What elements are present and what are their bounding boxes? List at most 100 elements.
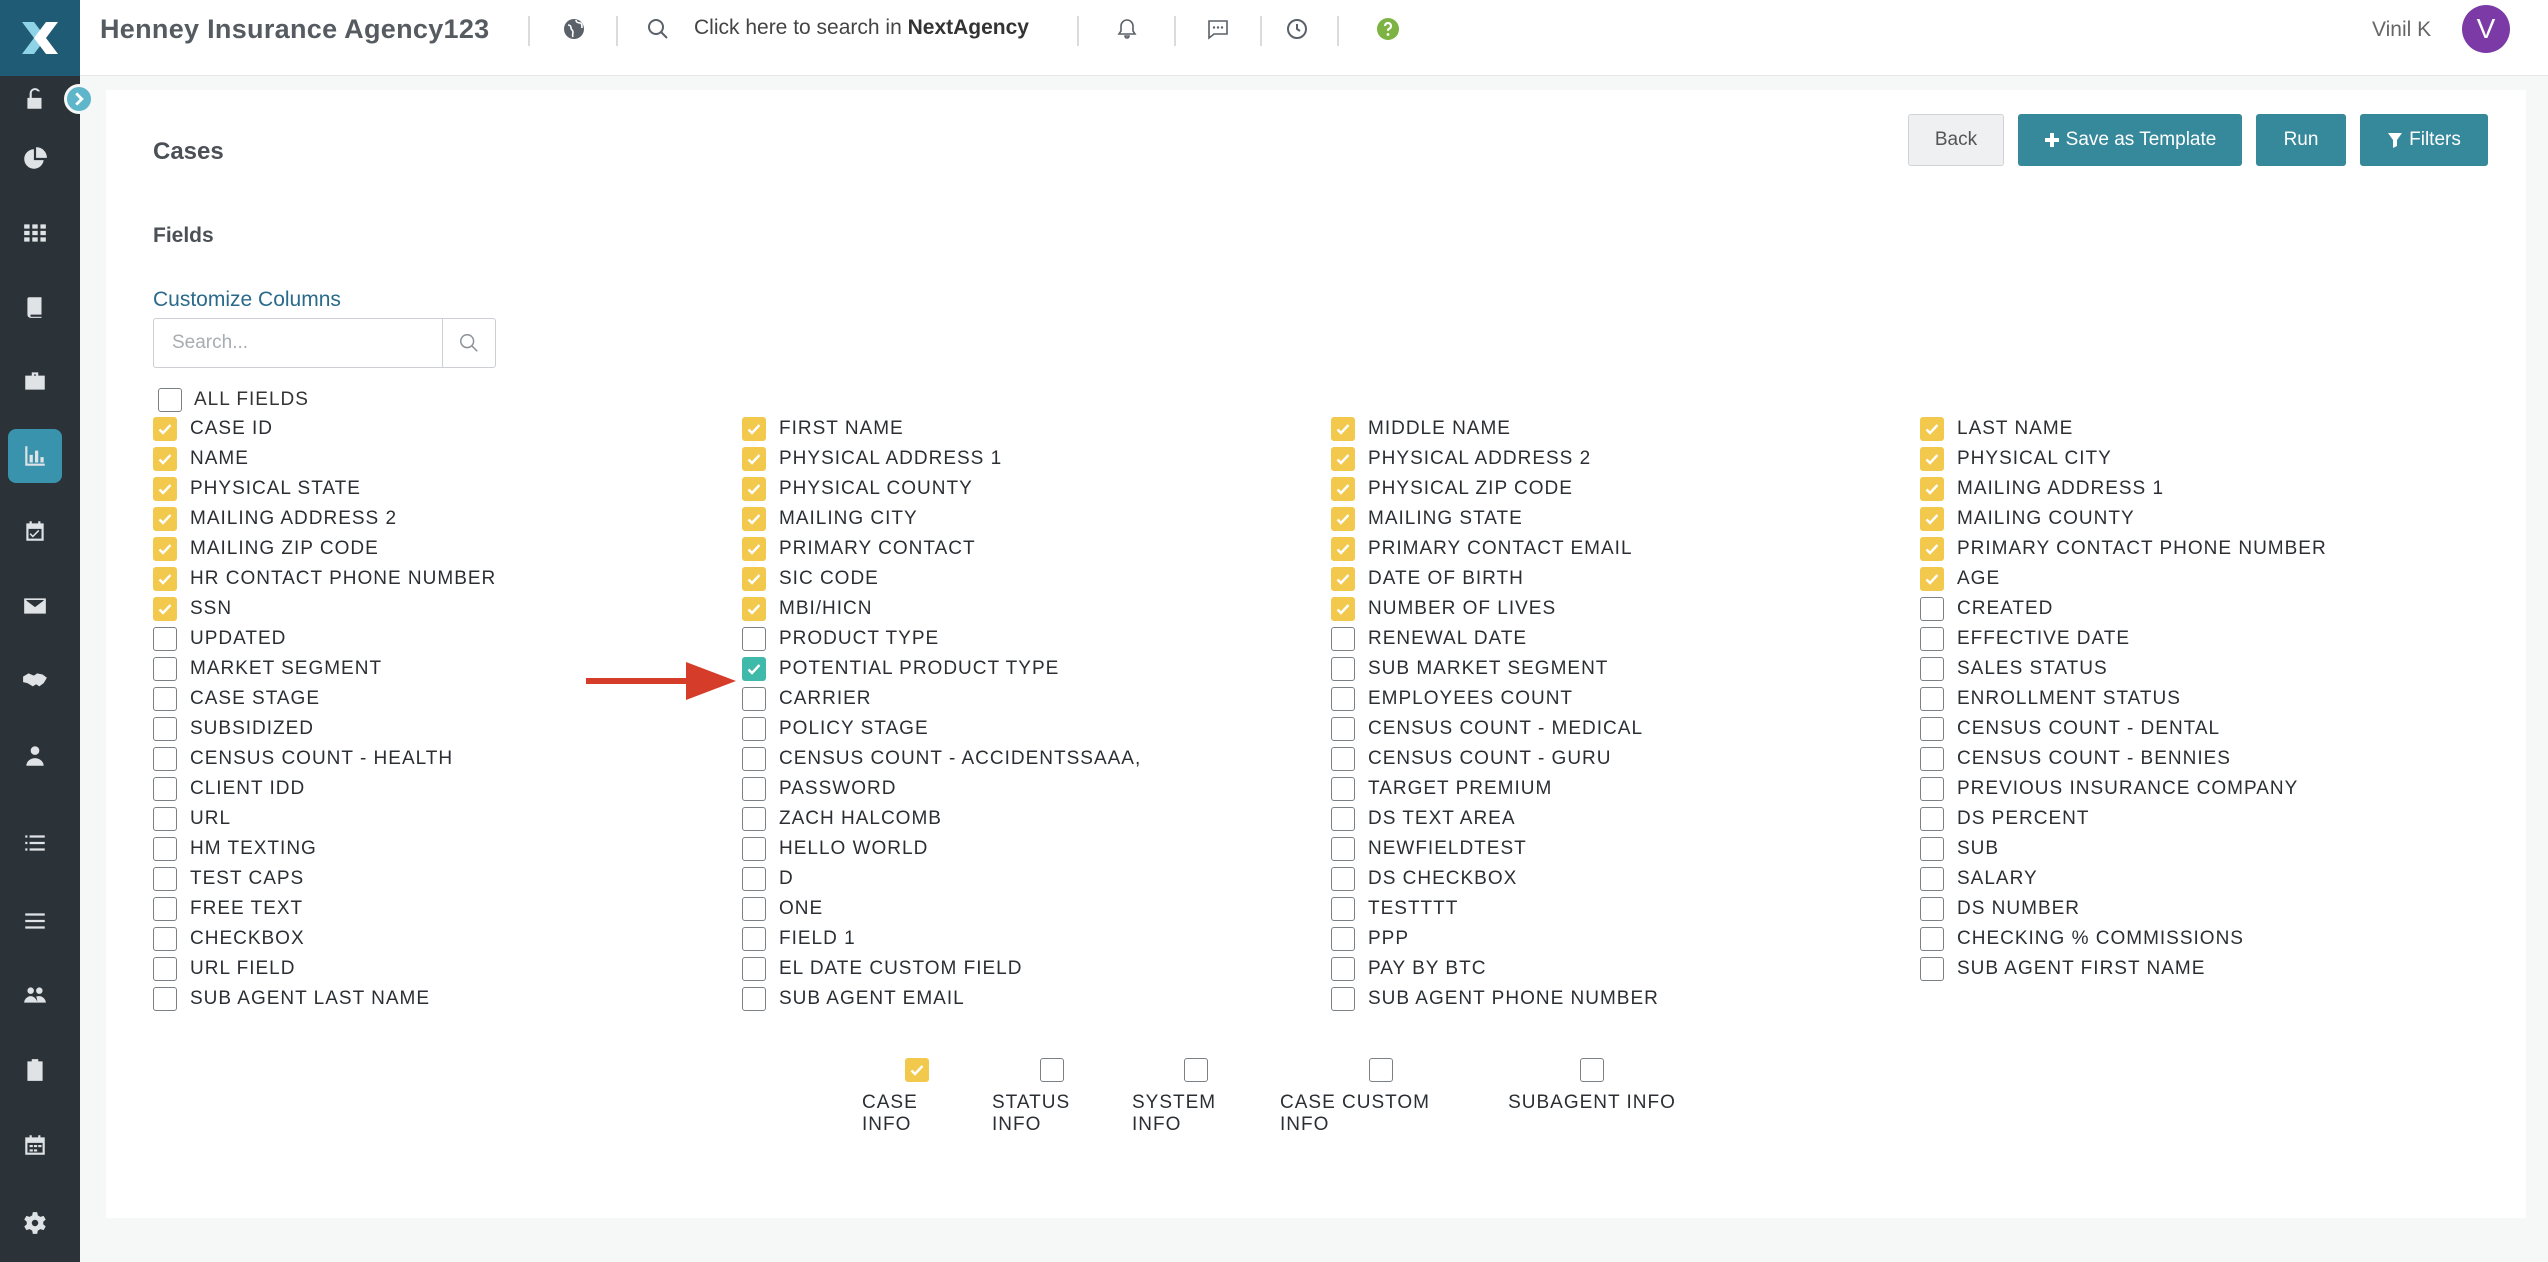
field-checkbox[interactable] [742, 447, 766, 471]
field-option-sub-agent-first-name[interactable]: SUB AGENT FIRST NAME [1920, 954, 2509, 984]
group-checkbox[interactable] [1184, 1058, 1208, 1082]
field-checkbox[interactable] [1331, 957, 1355, 981]
sidebar-item-menu[interactable] [8, 894, 62, 948]
field-checkbox[interactable] [1331, 507, 1355, 531]
field-option-target-premium[interactable]: TARGET PREMIUM [1331, 774, 1920, 804]
field-option-primary-contact-email[interactable]: PRIMARY CONTACT EMAIL [1331, 534, 1920, 564]
field-checkbox[interactable] [1331, 747, 1355, 771]
field-checkbox[interactable] [1331, 837, 1355, 861]
field-checkbox[interactable] [153, 747, 177, 771]
group-option-case-info[interactable]: CASE INFO [852, 1058, 982, 1136]
field-checkbox[interactable] [1331, 657, 1355, 681]
field-option-mailing-county[interactable]: MAILING COUNTY [1920, 504, 2509, 534]
field-option-mailing-address-2[interactable]: MAILING ADDRESS 2 [153, 504, 742, 534]
field-checkbox[interactable] [1920, 807, 1944, 831]
sidebar-item-clipboard[interactable] [8, 1043, 62, 1097]
field-option-sub-market-segment[interactable]: SUB MARKET SEGMENT [1331, 654, 1920, 684]
field-option-ds-number[interactable]: DS NUMBER [1920, 894, 2509, 924]
field-checkbox[interactable] [1920, 927, 1944, 951]
save-as-template-button[interactable]: Save as Template [2018, 114, 2242, 166]
field-option-carrier[interactable]: CARRIER [742, 684, 1331, 714]
field-checkbox[interactable] [1920, 837, 1944, 861]
field-checkbox[interactable] [742, 927, 766, 951]
field-checkbox[interactable] [1920, 777, 1944, 801]
field-option-sub-agent-phone-number[interactable]: SUB AGENT PHONE NUMBER [1331, 984, 1920, 1014]
field-option-ds-checkbox[interactable]: DS CHECKBOX [1331, 864, 1920, 894]
field-option-checking-commissions[interactable]: CHECKING % COMMISSIONS [1920, 924, 2509, 954]
field-checkbox[interactable] [742, 747, 766, 771]
field-option-pay-by-btc[interactable]: PAY BY BTC [1331, 954, 1920, 984]
field-option-age[interactable]: AGE [1920, 564, 2509, 594]
field-option-primary-contact-phone-number[interactable]: PRIMARY CONTACT PHONE NUMBER [1920, 534, 2509, 564]
field-checkbox[interactable] [742, 687, 766, 711]
search-icon-button[interactable] [643, 14, 673, 44]
field-checkbox[interactable] [153, 927, 177, 951]
field-option-hr-contact-phone-number[interactable]: HR CONTACT PHONE NUMBER [153, 564, 742, 594]
field-checkbox[interactable] [742, 417, 766, 441]
field-checkbox[interactable] [153, 807, 177, 831]
field-option-ppp[interactable]: PPP [1331, 924, 1920, 954]
sidebar-item-settings[interactable] [8, 1196, 62, 1250]
field-checkbox[interactable] [153, 477, 177, 501]
filters-button[interactable]: Filters [2360, 114, 2488, 166]
field-search-input[interactable] [153, 318, 443, 368]
field-option-newfieldtest[interactable]: NEWFIELDTEST [1331, 834, 1920, 864]
field-option-policy-stage[interactable]: POLICY STAGE [742, 714, 1331, 744]
sidebar-item-tasks[interactable] [8, 504, 62, 558]
field-option-enrollment-status[interactable]: ENROLLMENT STATUS [1920, 684, 2509, 714]
field-checkbox[interactable] [153, 627, 177, 651]
field-option-sub[interactable]: SUB [1920, 834, 2509, 864]
field-option-checkbox[interactable]: CHECKBOX [153, 924, 742, 954]
field-checkbox[interactable] [1920, 747, 1944, 771]
field-checkbox[interactable] [153, 897, 177, 921]
sidebar-item-contacts[interactable] [8, 729, 62, 783]
field-option-salary[interactable]: SALARY [1920, 864, 2509, 894]
back-button[interactable]: Back [1908, 114, 2004, 166]
group-checkbox[interactable] [1040, 1058, 1064, 1082]
field-checkbox[interactable] [1331, 987, 1355, 1011]
field-option-sub-agent-last-name[interactable]: SUB AGENT LAST NAME [153, 984, 742, 1014]
field-option-number-of-lives[interactable]: NUMBER OF LIVES [1331, 594, 1920, 624]
field-checkbox[interactable] [1920, 537, 1944, 561]
field-option-ds-percent[interactable]: DS PERCENT [1920, 804, 2509, 834]
sidebar-item-partners[interactable] [8, 654, 62, 708]
sidebar-item-apps[interactable] [8, 206, 62, 260]
field-checkbox[interactable] [1920, 687, 1944, 711]
field-checkbox[interactable] [153, 597, 177, 621]
field-option-free-text[interactable]: FREE TEXT [153, 894, 742, 924]
field-option-physical-county[interactable]: PHYSICAL COUNTY [742, 474, 1331, 504]
field-checkbox[interactable] [1331, 777, 1355, 801]
sidebar-item-dashboard[interactable] [8, 132, 62, 186]
field-checkbox[interactable] [1331, 537, 1355, 561]
field-option-physical-address-2[interactable]: PHYSICAL ADDRESS 2 [1331, 444, 1920, 474]
field-checkbox[interactable] [742, 807, 766, 831]
sidebar-item-reports[interactable] [8, 429, 62, 483]
run-button[interactable]: Run [2256, 114, 2346, 166]
field-option-password[interactable]: PASSWORD [742, 774, 1331, 804]
field-checkbox[interactable] [1331, 897, 1355, 921]
field-checkbox[interactable] [153, 447, 177, 471]
field-checkbox[interactable] [742, 867, 766, 891]
field-option-hm-texting[interactable]: HM TEXTING [153, 834, 742, 864]
field-option-potential-product-type[interactable]: POTENTIAL PRODUCT TYPE [742, 654, 1331, 684]
field-checkbox[interactable] [742, 627, 766, 651]
field-checkbox[interactable] [742, 987, 766, 1011]
group-option-system-info[interactable]: SYSTEM INFO [1122, 1058, 1270, 1136]
field-checkbox[interactable] [742, 507, 766, 531]
field-checkbox[interactable] [1331, 687, 1355, 711]
field-option-census-count-accidentssaaa[interactable]: CENSUS COUNT - ACCIDENTSSAAA, [742, 744, 1331, 774]
field-option-created[interactable]: CREATED [1920, 594, 2509, 624]
field-checkbox[interactable] [1920, 657, 1944, 681]
field-option-physical-zip-code[interactable]: PHYSICAL ZIP CODE [1331, 474, 1920, 504]
field-option-last-name[interactable]: LAST NAME [1920, 414, 2509, 444]
field-option-product-type[interactable]: PRODUCT TYPE [742, 624, 1331, 654]
field-option-url-field[interactable]: URL FIELD [153, 954, 742, 984]
field-option-mbi-hicn[interactable]: MBI/HICN [742, 594, 1331, 624]
field-checkbox[interactable] [153, 987, 177, 1011]
field-checkbox[interactable] [1920, 627, 1944, 651]
field-checkbox[interactable] [1331, 927, 1355, 951]
field-checkbox[interactable] [742, 717, 766, 741]
field-checkbox[interactable] [742, 657, 766, 681]
logo[interactable] [0, 0, 80, 76]
field-checkbox[interactable] [1920, 867, 1944, 891]
